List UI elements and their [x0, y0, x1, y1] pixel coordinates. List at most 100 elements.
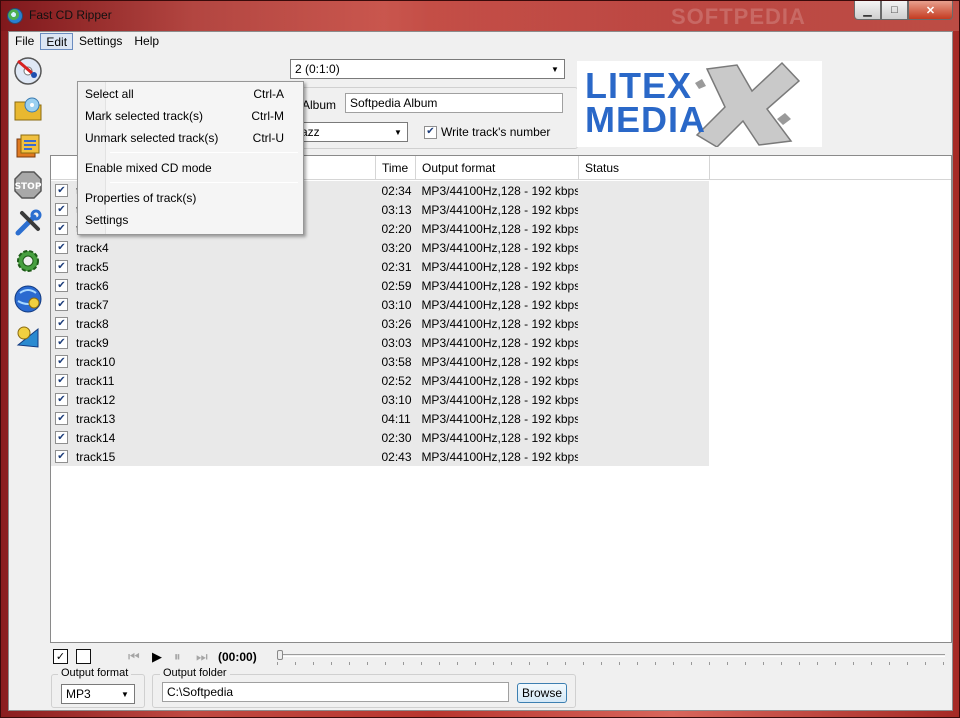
table-row[interactable]: ✔ track7 03:10 MP3/44100Hz,128 - 192 kbps	[51, 295, 709, 314]
menu-item-label: Properties of track(s)	[85, 191, 197, 205]
logo-text: LITEX MEDIA	[585, 68, 706, 138]
track-checkbox[interactable]: ✔	[55, 317, 68, 330]
close-button[interactable]: ✕	[908, 1, 953, 20]
track-name-cell: ✔ track7	[51, 298, 375, 312]
column-header-status[interactable]: Status	[579, 156, 710, 180]
stop-icon[interactable]: STOP	[12, 169, 44, 201]
output-panel: Output format MP3 ▼ Output folder C:\Sof…	[50, 667, 952, 710]
track-checkbox[interactable]: ✔	[55, 412, 68, 425]
menu-settings[interactable]: Settings	[73, 32, 128, 51]
drive-select[interactable]: 2 (0:1:0) ▼	[290, 59, 565, 79]
maximize-button[interactable]: □	[881, 1, 908, 20]
track-checkbox[interactable]: ✔	[55, 298, 68, 311]
table-row[interactable]: ✔ track10 03:58 MP3/44100Hz,128 - 192 kbps	[51, 352, 709, 371]
track-name: track13	[76, 411, 116, 426]
table-row[interactable]: ✔ track8 03:26 MP3/44100Hz,128 - 192 kbps	[51, 314, 709, 333]
track-output-format: MP3/44100Hz,128 - 192 kbps	[421, 411, 579, 426]
track-time: 02:59	[381, 278, 412, 293]
seek-thumb[interactable]	[277, 650, 283, 660]
column-header-output-format[interactable]: Output format	[416, 156, 579, 180]
table-row[interactable]: ✔ track15 02:43 MP3/44100Hz,128 - 192 kbps	[51, 447, 709, 466]
browse-button[interactable]: Browse	[517, 683, 567, 703]
edit-menu-dropdown: Select all Ctrl-A Mark selected track(s)…	[77, 81, 304, 235]
track-checkbox[interactable]: ✔	[55, 355, 68, 368]
title-bar[interactable]: Fast CD Ripper SOFTPEDIA ▁ □ ✕	[1, 1, 959, 31]
track-checkbox[interactable]: ✔	[55, 431, 68, 444]
settings-gear-icon[interactable]	[12, 245, 44, 277]
track-name: track14	[76, 430, 116, 445]
table-row[interactable]: ✔ track12 03:10 MP3/44100Hz,128 - 192 kbps	[51, 390, 709, 409]
help-globe-icon[interactable]	[12, 283, 44, 315]
menu-edit[interactable]: Edit	[40, 33, 74, 50]
track-name: track8	[76, 316, 109, 331]
table-row[interactable]: ✔ track4 03:20 MP3/44100Hz,128 - 192 kbps	[51, 238, 709, 257]
genre-select[interactable]: Jazz ▼	[290, 122, 408, 142]
track-checkbox[interactable]: ✔	[55, 184, 68, 197]
track-output-format: MP3/44100Hz,128 - 192 kbps	[421, 373, 579, 388]
about-icon[interactable]	[12, 321, 44, 353]
seek-slider[interactable]	[277, 650, 945, 666]
write-track-number-checkbox[interactable]: ✔ Write track's number	[424, 125, 550, 139]
table-row[interactable]: ✔ track6 02:59 MP3/44100Hz,128 - 192 kbps	[51, 276, 709, 295]
chevron-down-icon: ▼	[551, 64, 559, 74]
track-checkbox[interactable]: ✔	[55, 450, 68, 463]
track-time: 02:31	[381, 259, 412, 274]
track-name-cell: ✔ track6	[51, 279, 375, 293]
menu-item-unmark-selected[interactable]: Unmark selected track(s) Ctrl-U	[79, 128, 302, 148]
track-output-format: MP3/44100Hz,128 - 192 kbps	[421, 354, 579, 369]
menu-item-enable-mixed-cd[interactable]: Enable mixed CD mode	[79, 158, 302, 178]
track-time: 03:20	[381, 240, 412, 255]
minimize-button[interactable]: ▁	[854, 1, 881, 20]
menu-item-select-all[interactable]: Select all Ctrl-A	[79, 84, 302, 104]
cddb-icon[interactable]	[12, 131, 44, 163]
menu-item-mark-selected[interactable]: Mark selected track(s) Ctrl-M	[79, 106, 302, 126]
table-row[interactable]: ✔ track9 03:03 MP3/44100Hz,128 - 192 kbps	[51, 333, 709, 352]
output-folder-input[interactable]: C:\Softpedia	[162, 682, 509, 702]
track-name-cell: ✔ track5	[51, 260, 375, 274]
track-checkbox[interactable]: ✔	[55, 203, 68, 216]
table-row[interactable]: ✔ track14 02:30 MP3/44100Hz,128 - 192 kbps	[51, 428, 709, 447]
next-track-icon[interactable]: ⏭	[196, 649, 208, 665]
track-checkbox[interactable]: ✔	[55, 260, 68, 273]
menu-item-properties[interactable]: Properties of track(s)	[79, 188, 302, 208]
track-checkbox[interactable]: ✔	[55, 336, 68, 349]
track-checkbox[interactable]: ✔	[55, 279, 68, 292]
window-title: Fast CD Ripper	[29, 8, 112, 22]
output-format-select[interactable]: MP3 ▼	[61, 684, 135, 704]
check-all-button[interactable]: ✓	[53, 649, 68, 664]
column-header-time[interactable]: Time	[376, 156, 416, 180]
rip-cd-icon[interactable]	[12, 55, 44, 87]
table-row[interactable]: ✔ track13 04:11 MP3/44100Hz,128 - 192 kbps	[51, 409, 709, 428]
track-output-format: MP3/44100Hz,128 - 192 kbps	[421, 392, 579, 407]
window-controls: ▁ □ ✕	[854, 1, 953, 20]
menu-item-label: Mark selected track(s)	[85, 109, 204, 123]
chevron-down-icon: ▼	[121, 689, 129, 699]
album-input[interactable]: Softpedia Album	[345, 93, 563, 113]
menu-help[interactable]: Help	[128, 32, 165, 51]
table-row[interactable]: ✔ track11 02:52 MP3/44100Hz,128 - 192 kbps	[51, 371, 709, 390]
previous-track-icon[interactable]: ⏮	[128, 649, 140, 665]
menu-bar: File Edit Settings Help	[9, 32, 952, 51]
track-checkbox[interactable]: ✔	[55, 393, 68, 406]
menu-item-settings[interactable]: Settings	[79, 210, 302, 230]
uncheck-all-button[interactable]	[76, 649, 91, 664]
tools-icon[interactable]	[12, 207, 44, 239]
open-folder-icon[interactable]	[12, 93, 44, 125]
track-name: track5	[76, 259, 109, 274]
pause-icon[interactable]: ⏸	[174, 649, 181, 665]
track-output-format: MP3/44100Hz,128 - 192 kbps	[421, 183, 579, 198]
menu-file[interactable]: File	[9, 32, 40, 51]
output-format-label: Output format	[58, 667, 132, 679]
track-time: 03:58	[381, 354, 412, 369]
track-checkbox[interactable]: ✔	[55, 222, 68, 235]
menu-item-label: Select all	[85, 87, 134, 101]
menu-separator	[110, 152, 298, 153]
track-checkbox[interactable]: ✔	[55, 241, 68, 254]
track-time: 03:03	[381, 335, 412, 350]
output-folder-label: Output folder	[160, 667, 230, 679]
track-output-format: MP3/44100Hz,128 - 192 kbps	[421, 240, 579, 255]
play-icon[interactable]: ▶	[152, 649, 162, 665]
table-row[interactable]: ✔ track5 02:31 MP3/44100Hz,128 - 192 kbps	[51, 257, 709, 276]
track-name: track6	[76, 278, 109, 293]
track-checkbox[interactable]: ✔	[55, 374, 68, 387]
